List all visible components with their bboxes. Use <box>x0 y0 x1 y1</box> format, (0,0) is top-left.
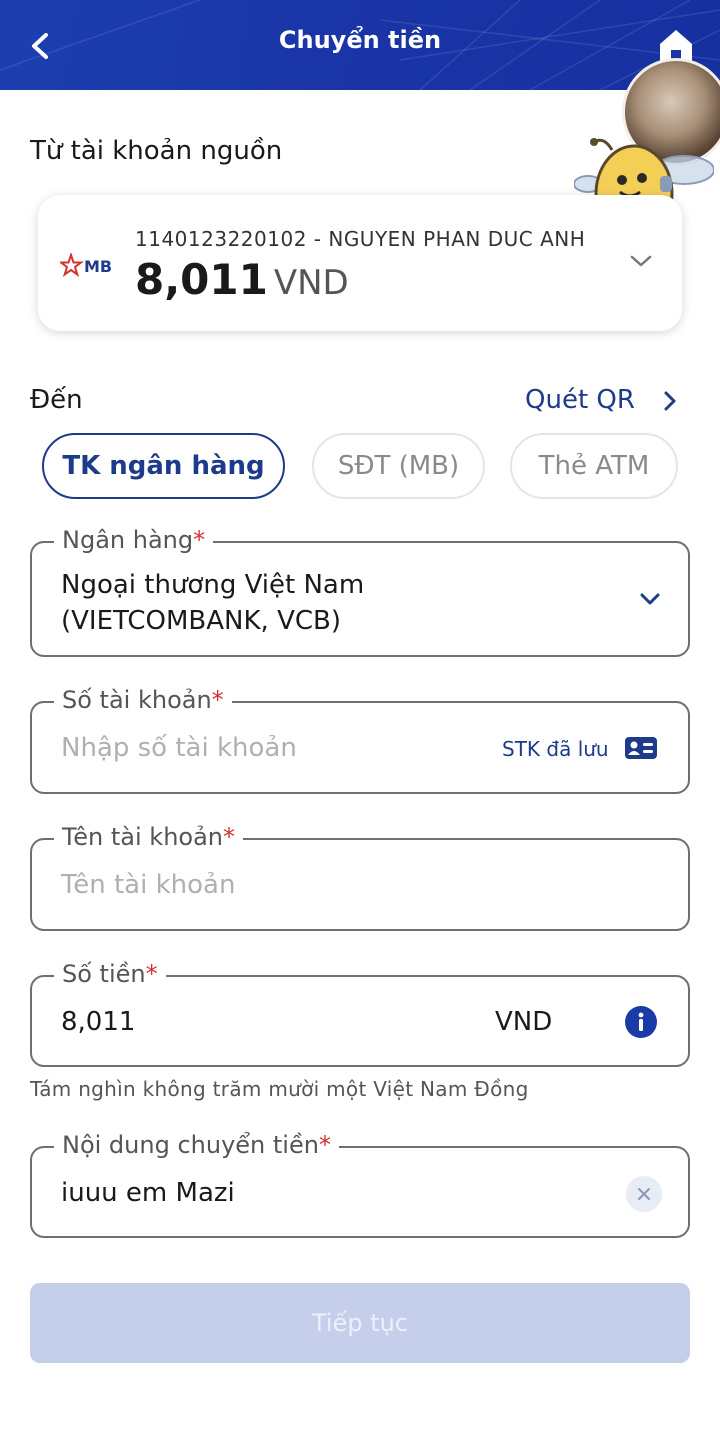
bank-label: Ngân hàng* <box>54 526 214 554</box>
saved-accounts-link[interactable]: STK đã lưu <box>502 737 609 761</box>
source-account-card[interactable]: MB 1140123220102 - NGUYEN PHAN DUC ANH 8… <box>38 195 682 331</box>
amount-input[interactable]: 8,011 <box>61 1007 135 1037</box>
amount-field[interactable]: Số tiền* 8,011 VND <box>30 960 690 1067</box>
source-balance: 8,011 VND <box>135 255 349 304</box>
amount-label: Số tiền* <box>54 960 166 988</box>
chevron-down-icon <box>640 593 660 605</box>
tab-atm-card[interactable]: Thẻ ATM <box>510 433 678 499</box>
chevron-down-icon <box>630 255 652 267</box>
tab-bank-account[interactable]: TK ngân hàng <box>42 433 285 499</box>
svg-text:MB: MB <box>84 257 112 276</box>
bank-select[interactable]: Ngân hàng* Ngoại thương Việt Nam (VIETCO… <box>30 526 690 657</box>
account-number-field[interactable]: Số tài khoản* Nhập số tài khoản STK đã l… <box>30 686 690 794</box>
balance-currency: VND <box>273 263 349 303</box>
mb-bank-logo: MB <box>60 253 112 278</box>
account-name-label: Tên tài khoản* <box>54 823 244 851</box>
transfer-content-field[interactable]: Nội dung chuyển tiền* iuuu em Mazi <box>30 1131 690 1238</box>
destination-label: Đến <box>30 385 83 415</box>
chevron-right-icon[interactable] <box>660 390 680 412</box>
scan-qr-link[interactable]: Quét QR <box>525 385 635 415</box>
account-number-label: Số tài khoản* <box>54 686 232 714</box>
account-number-input[interactable]: Nhập số tài khoản <box>61 733 297 763</box>
transfer-content-label: Nội dung chuyển tiền* <box>54 1131 339 1159</box>
source-account-number: 1140123220102 - NGUYEN PHAN DUC ANH <box>135 227 586 251</box>
amount-currency: VND <box>495 1007 553 1037</box>
account-name-field[interactable]: Tên tài khoản* Tên tài khoản <box>30 823 690 931</box>
tab-phone-number[interactable]: SĐT (MB) <box>312 433 485 499</box>
bank-value: Ngoại thương Việt Nam (VIETCOMBANK, VCB) <box>61 570 365 636</box>
close-icon <box>638 1188 650 1200</box>
amount-in-words: Tám nghìn không trăm mười một Việt Nam Đ… <box>30 1077 529 1101</box>
balance-amount: 8,011 <box>135 255 268 304</box>
app-header: Chuyển tiền <box>0 0 720 90</box>
transfer-content-input[interactable]: iuuu em Mazi <box>61 1178 235 1208</box>
contact-card-icon[interactable] <box>624 735 658 761</box>
account-name-input[interactable]: Tên tài khoản <box>61 870 235 900</box>
info-icon[interactable] <box>624 1005 658 1039</box>
clear-button[interactable] <box>626 1176 662 1212</box>
page-title: Chuyển tiền <box>278 26 442 54</box>
source-account-label: Từ tài khoản nguồn <box>30 136 283 166</box>
continue-button[interactable]: Tiếp tục <box>30 1283 690 1363</box>
